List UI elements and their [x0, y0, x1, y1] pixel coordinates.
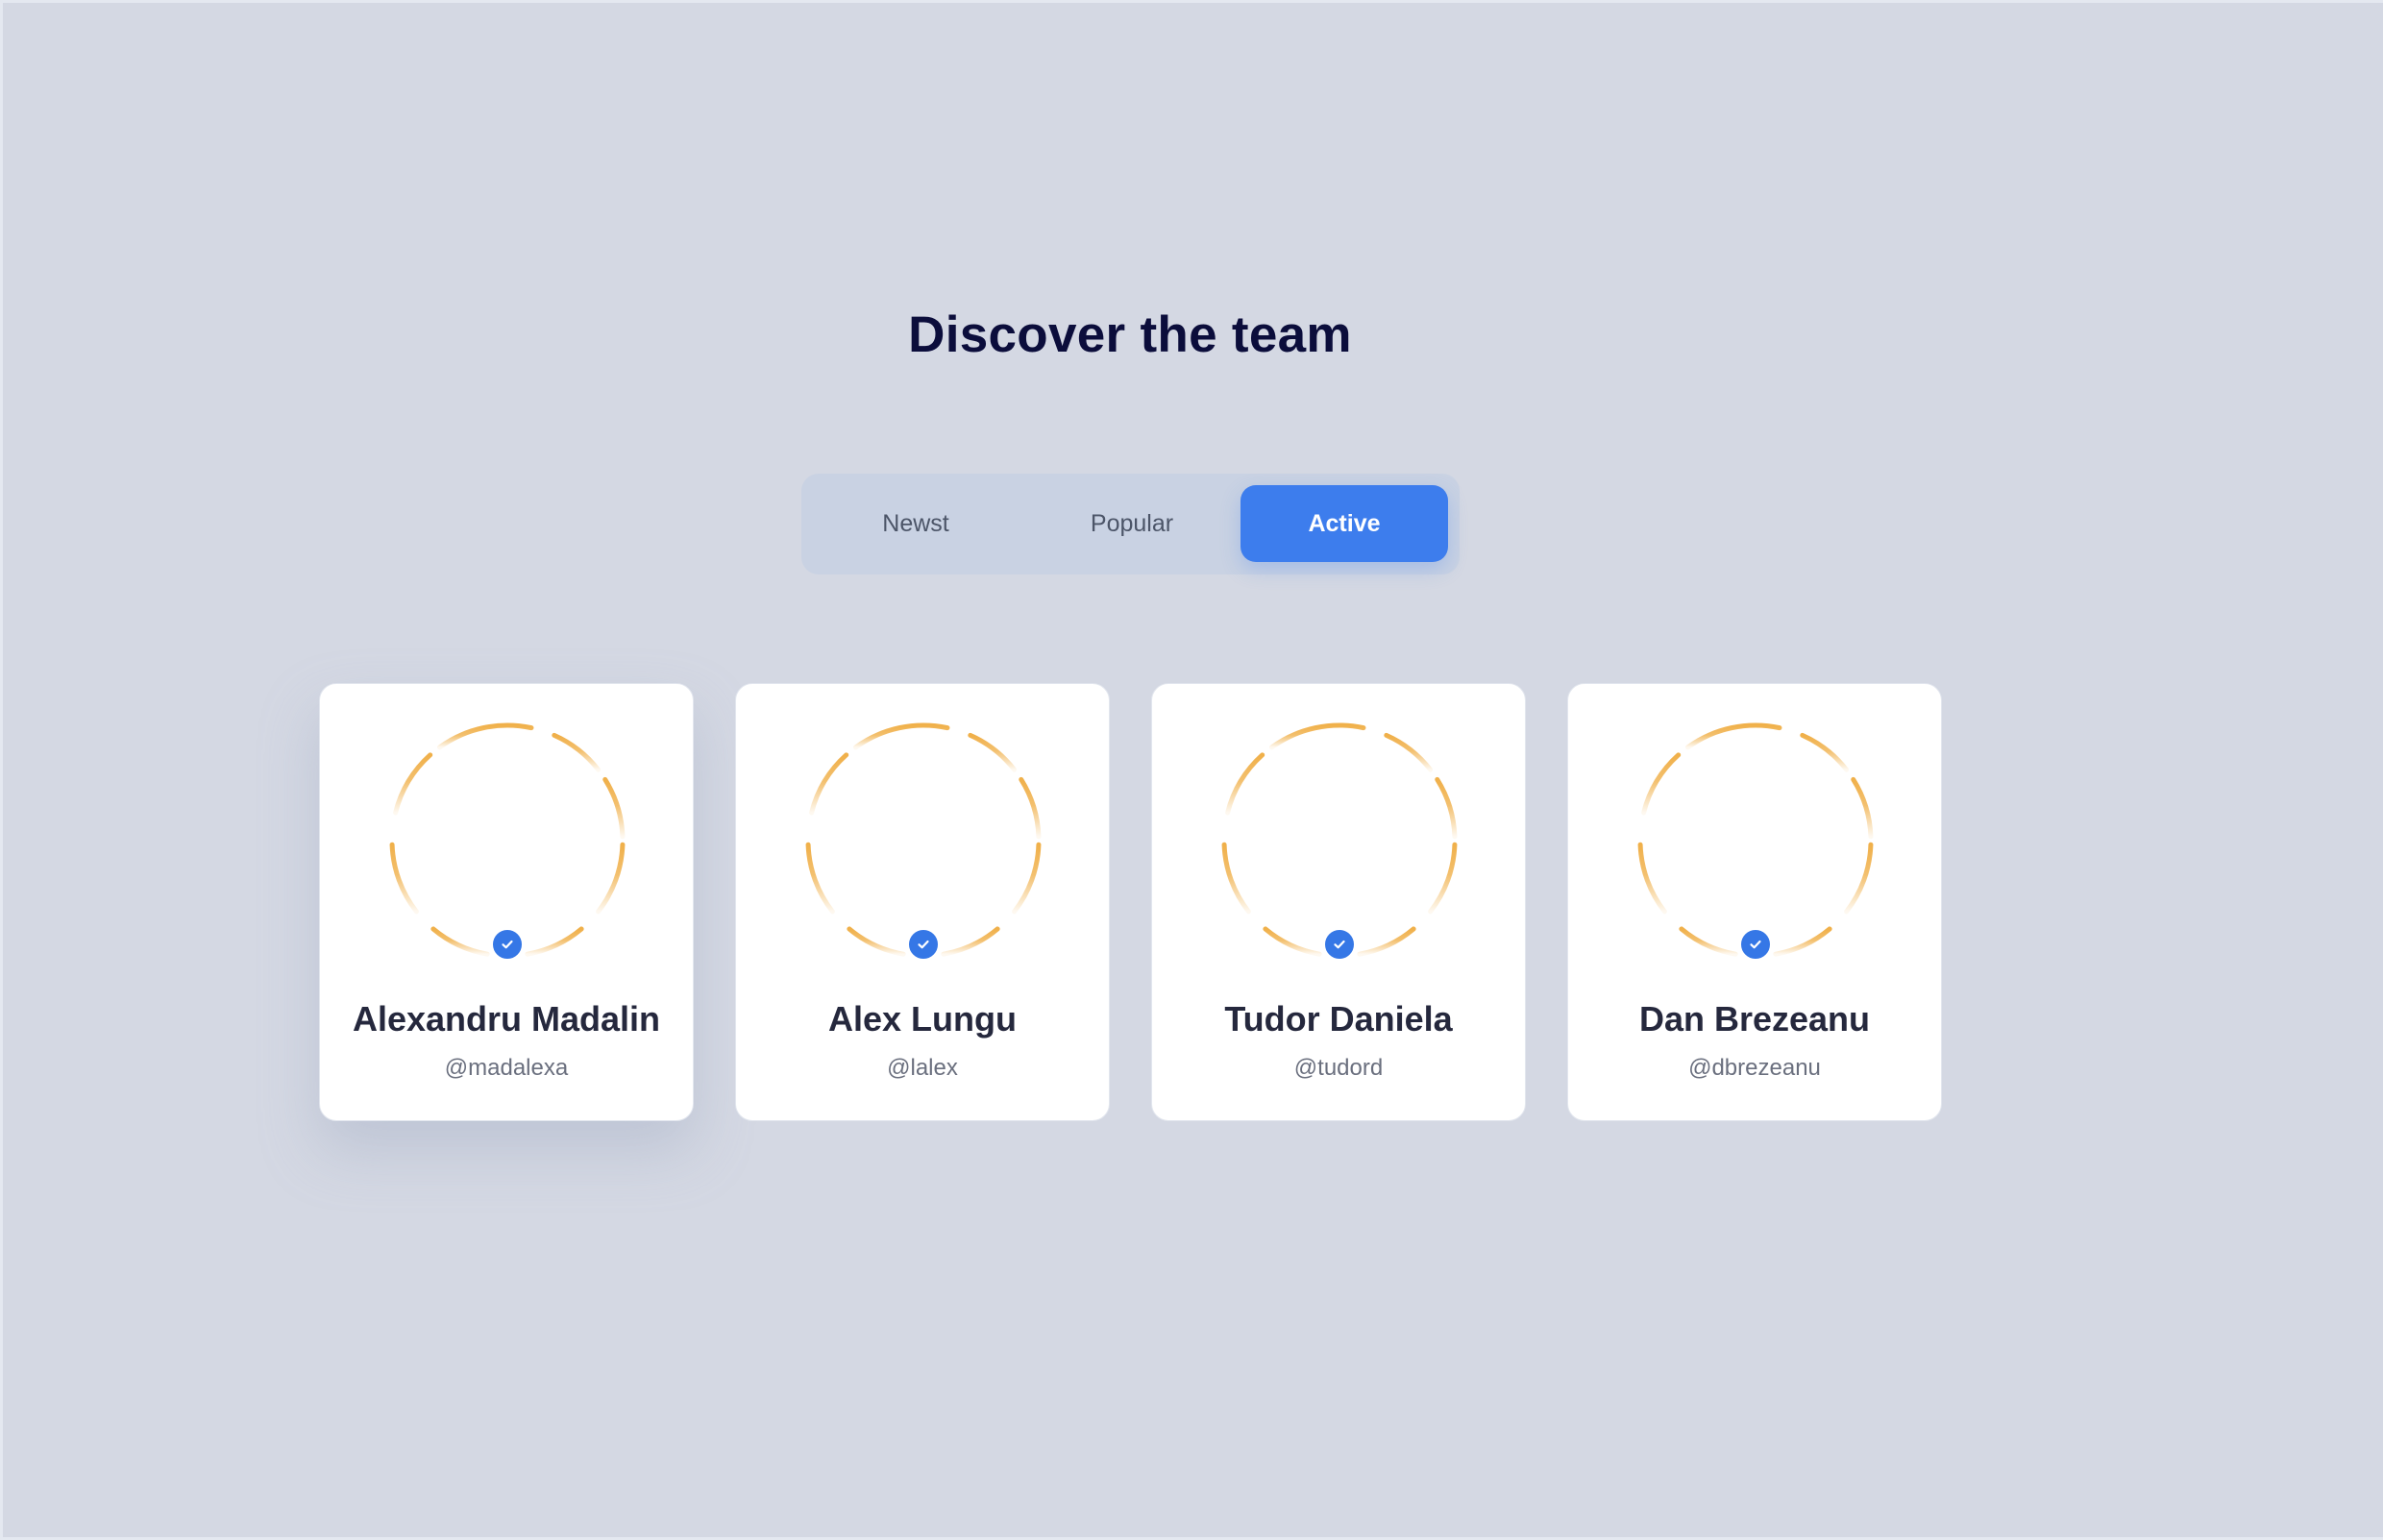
avatar-ring-segment	[809, 752, 849, 816]
member-handle: @lalex	[887, 1055, 958, 1081]
avatar-ring-segment	[805, 842, 835, 915]
avatar-ring-segment	[1800, 732, 1850, 772]
avatar-ring-segment	[968, 732, 1018, 772]
avatar-ring-segment	[1435, 776, 1458, 840]
member-name: Alexandru Madalin	[352, 999, 661, 1039]
avatar-ring-segment	[1019, 776, 1042, 840]
avatar-ring-segment	[1428, 842, 1458, 915]
avatar-ring-segment	[1357, 926, 1416, 957]
avatar-ring-segment	[852, 722, 950, 750]
page-title: Discover the team	[908, 306, 1352, 363]
team-card[interactable]: Tudor Daniela @tudord	[1151, 683, 1526, 1121]
filter-tabs: Newst Popular Active	[801, 474, 1460, 574]
avatar-ring-segment	[525, 926, 584, 957]
avatar-ring-segment	[393, 752, 433, 816]
member-name: Tudor Daniela	[1224, 999, 1453, 1039]
avatar-ring-segment	[1012, 842, 1042, 915]
check-badge-icon	[1322, 927, 1357, 962]
avatar-ring-segment	[847, 926, 906, 957]
tab-active[interactable]: Active	[1241, 485, 1448, 562]
member-handle: @tudord	[1293, 1055, 1384, 1081]
avatar-ring-segment	[1263, 926, 1322, 957]
avatar-ring-segment	[1679, 926, 1738, 957]
avatar-ring-segment	[1684, 722, 1782, 750]
avatar-ring-segment	[1637, 842, 1667, 915]
avatar-ring-segment	[552, 732, 602, 772]
avatar-ring-segment	[941, 926, 1000, 957]
avatar-ring-segment	[1268, 722, 1366, 750]
avatar-ring-segment	[1773, 926, 1832, 957]
team-card[interactable]: Alexandru Madalin @madalexa	[319, 683, 694, 1121]
avatar-ring-segment	[1221, 842, 1251, 915]
team-card[interactable]: Alex Lungu @lalex	[735, 683, 1110, 1121]
avatar-ring-segment	[436, 722, 534, 750]
check-badge-icon	[490, 927, 525, 962]
avatar-ring-segment	[430, 926, 490, 957]
avatar-ring-segment	[602, 776, 626, 840]
team-card[interactable]: Dan Brezeanu @dbrezeanu	[1567, 683, 1942, 1121]
member-name: Dan Brezeanu	[1638, 999, 1871, 1039]
avatar-ring-segment	[1384, 732, 1434, 772]
member-handle: @madalexa	[444, 1055, 569, 1081]
avatar-ring-segment	[596, 842, 626, 915]
avatar-ring-segment	[1844, 842, 1874, 915]
avatar-ring-segment	[389, 842, 419, 915]
avatar-ring-segment	[1851, 776, 1874, 840]
check-badge-icon	[906, 927, 941, 962]
tab-popular[interactable]: Popular	[1028, 485, 1236, 562]
tab-newest[interactable]: Newst	[812, 485, 1020, 562]
avatar-ring-segment	[1641, 752, 1682, 816]
check-badge-icon	[1738, 927, 1773, 962]
avatar-ring-segment	[1225, 752, 1265, 816]
member-name: Alex Lungu	[828, 999, 1017, 1039]
member-handle: @dbrezeanu	[1688, 1055, 1821, 1081]
